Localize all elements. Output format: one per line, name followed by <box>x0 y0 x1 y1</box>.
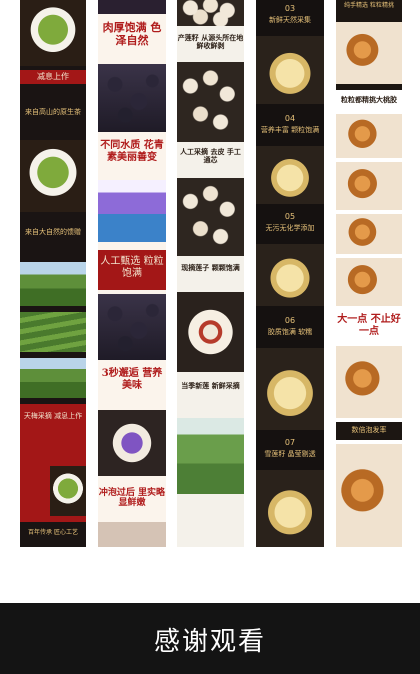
tea-leaves-photo <box>20 140 86 212</box>
snow-lotus-caption-5: 雪莲籽 晶莹剔透 <box>264 450 316 458</box>
tea-tag-ribbon: 减息上作 <box>20 70 86 84</box>
step-number-06: 06 <box>284 316 296 325</box>
peach-gum-bowl-photo <box>336 444 402 547</box>
tea-field-photo <box>20 262 86 306</box>
tea-cup-photo <box>20 0 86 66</box>
snow-lotus-photo-5 <box>256 470 324 547</box>
lotus-pond-photo <box>177 418 244 494</box>
lotus-seeds-photo <box>177 62 244 142</box>
step-number-04: 04 <box>284 114 296 123</box>
tea-caption-nature: 来自大自然的馈赠 <box>25 228 81 236</box>
step-number-05: 05 <box>284 212 296 221</box>
snow-lotus-caption-3: 无污无化学添加 <box>265 224 315 232</box>
snow-lotus-photo-4 <box>256 348 324 430</box>
footer-thanks-text: 感谢观看 <box>153 627 266 657</box>
lotus-caption-2: 人工采摘 去皮 手工通芯 <box>180 147 241 165</box>
wolfberry-cup-photo <box>98 410 166 476</box>
wolfberry-detail-strip: 肉厚饱满 色泽自然 不同水质 花青素美丽善变 人工甄选 粒粒饱满 3秒邂逅 营养… <box>98 0 166 547</box>
tea-caption-origin: 来自高山的原生茶 <box>25 108 81 116</box>
peach-gum-big-text: 大一点 不止好一点 <box>337 314 401 337</box>
wolfberry-heading-2: 不同水质 花青素美丽善变 <box>100 140 164 163</box>
snow-lotus-caption-2: 营养丰富 颗粒饱满 <box>260 126 320 134</box>
tea-package-photo <box>50 466 86 516</box>
wolfberry-bottom-photo <box>98 522 166 547</box>
peach-gum-photo-1 <box>336 114 402 158</box>
peach-gum-photo-4 <box>336 258 402 306</box>
peach-gum-detail-strip: 纯手精选 粒粒精挑 粒粒都精挑大桃胶 大一点 不止好一点 数倍泡发率 <box>336 0 402 547</box>
peach-gum-bottom-text: 数倍泡发率 <box>351 426 387 434</box>
tea-tail-text: 百年传承 匠心工艺 <box>28 529 78 536</box>
wolfberry-photo <box>98 64 166 132</box>
lotus-caption-4: 当季新莲 新鲜采摘 <box>181 381 240 390</box>
wolfberry-top-banner <box>98 0 166 14</box>
step-number-03: 03 <box>284 4 296 13</box>
tea-detail-strip: 减息上作 来自高山的原生茶 来自大自然的馈赠 天梅采摘 减息上作 百年传承 匠心… <box>20 0 86 547</box>
tea-tag-text: 减息上作 <box>37 72 69 81</box>
tea-plantation-photo <box>20 358 86 398</box>
peach-gum-hero-photo <box>336 22 402 84</box>
wolfberry-heading-3: 人工甄选 粒粒饱满 <box>100 256 164 279</box>
wolfberry-drink-photo <box>98 180 166 242</box>
peach-gum-photo-3 <box>336 214 402 254</box>
peach-gum-hand-photo <box>336 346 402 418</box>
lotus-closeup-photo <box>177 178 244 256</box>
tea-badge-text: 天梅采摘 减息上作 <box>23 412 83 420</box>
tea-terraces-photo <box>20 312 86 352</box>
peach-gum-top-text: 纯手精选 粒粒精挑 <box>344 2 394 9</box>
wolfberry-ruler-photo <box>98 294 166 360</box>
wolfberry-heading-1: 肉厚饱满 色泽自然 <box>102 21 162 47</box>
lotus-caption-3: 现摘莲子 颗颗饱满 <box>181 263 240 272</box>
footer-banner: 感谢观看 <box>0 603 420 674</box>
lotus-top-photo <box>177 0 244 26</box>
snow-lotus-photo-3 <box>256 244 324 306</box>
tea-package-panel: 天梅采摘 减息上作 <box>20 404 86 522</box>
peach-gum-mid-text: 粒粒都精挑大桃胶 <box>341 95 397 104</box>
lotus-caption-1: 产莲籽 从源头所在地 鲜收鲜剥 <box>177 33 244 51</box>
peach-gum-label-band: 数倍泡发率 <box>336 422 402 440</box>
snow-lotus-detail-strip: 03 新鲜天然采集 04 营养丰富 颗粒饱满 05 无污无化学添加 06 胶质饱… <box>256 0 324 547</box>
wolfberry-heading-4: 3秒邂逅 营养美味 <box>101 368 163 391</box>
snow-lotus-photo-2 <box>256 146 324 204</box>
peach-gum-hero: 纯手精选 粒粒精挑 <box>336 0 402 90</box>
wolfberry-heading-3-band: 人工甄选 粒粒饱满 <box>98 250 166 290</box>
lotus-soup-photo <box>177 292 244 372</box>
lotus-seed-detail-strip: 产莲籽 从源头所在地 鲜收鲜剥 人工采摘 去皮 手工通芯 现摘莲子 颗颗饱满 当… <box>177 0 244 547</box>
wolfberry-heading-5: 冲泡过后 里实略显鲜嫩 <box>98 488 166 509</box>
step-number-07: 07 <box>284 438 296 447</box>
snow-lotus-photo-1 <box>256 36 324 104</box>
snow-lotus-caption-4: 胶质饱满 软糯 <box>267 328 313 336</box>
peach-gum-photo-2 <box>336 162 402 210</box>
snow-lotus-caption-1: 新鲜天然采集 <box>269 16 311 24</box>
